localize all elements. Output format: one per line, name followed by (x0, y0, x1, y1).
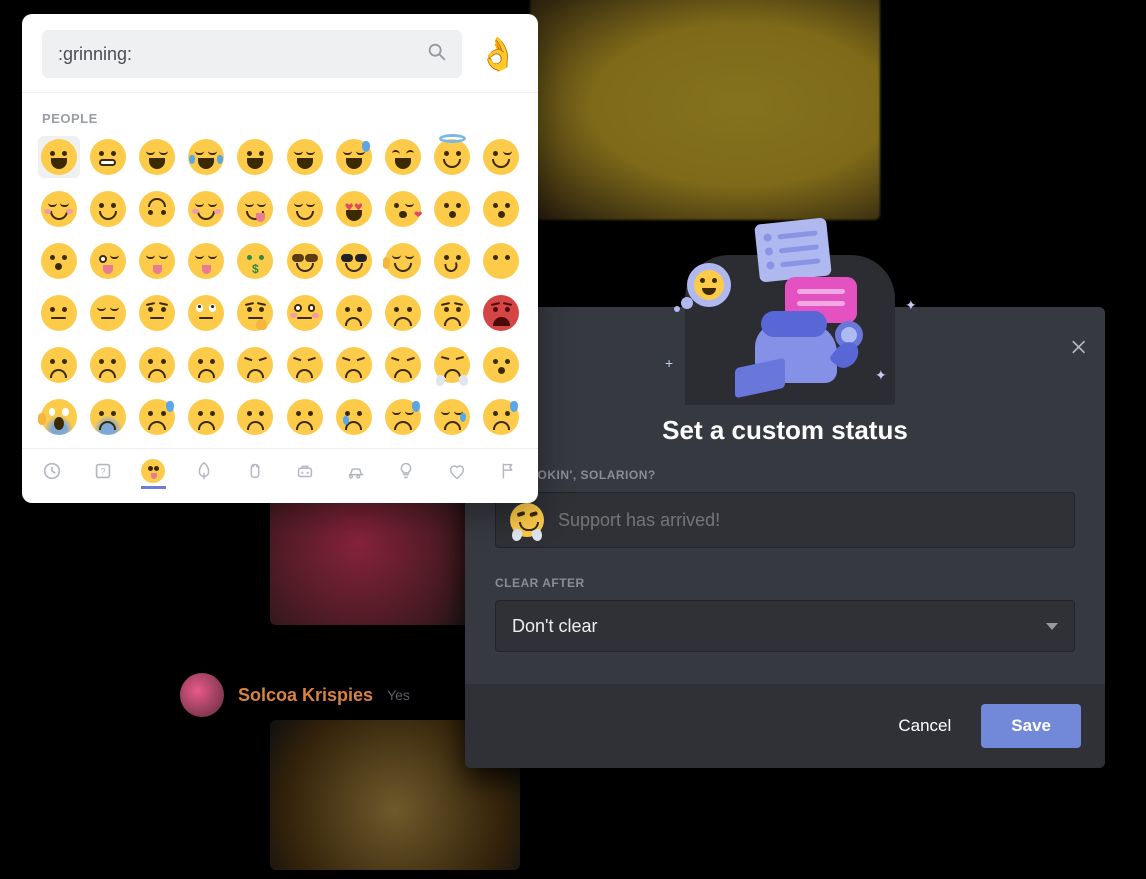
emoji-confounded[interactable] (284, 344, 326, 386)
bg-image (270, 485, 490, 625)
emoji-heart_eyes[interactable] (333, 188, 375, 230)
clear-after-label: CLEAR AFTER (495, 576, 1075, 590)
emoji-frowning2[interactable] (185, 344, 227, 386)
emoji-thinking[interactable] (234, 292, 276, 334)
category-people[interactable] (141, 459, 166, 489)
status-text-input[interactable] (556, 509, 1060, 532)
search-icon (426, 41, 448, 68)
emoji-sweat_smile[interactable] (333, 136, 375, 178)
category-recent[interactable] (40, 459, 65, 489)
svg-text:?: ? (100, 466, 105, 476)
emoji-angry[interactable] (431, 292, 473, 334)
emoji-open_mouth[interactable] (480, 344, 522, 386)
emoji-stuck_out_tongue_winking_eye[interactable] (87, 240, 129, 282)
emoji-neutral_face[interactable] (38, 292, 80, 334)
emoji-hushed[interactable] (185, 396, 227, 438)
emoji-innocent[interactable] (431, 136, 473, 178)
emoji-worried[interactable] (382, 292, 424, 334)
emoji-frowning[interactable] (234, 396, 276, 438)
category-objects[interactable] (394, 459, 419, 489)
emoji-grimacing[interactable] (87, 136, 129, 178)
category-food[interactable] (242, 459, 267, 489)
emoji-tired_face[interactable] (333, 344, 375, 386)
emoji-wink[interactable] (480, 136, 522, 178)
close-button[interactable] (1069, 337, 1089, 362)
emoji-confused[interactable] (87, 344, 129, 386)
category-travel[interactable] (344, 459, 369, 489)
category-symbols[interactable] (445, 459, 470, 489)
skin-tone-button[interactable]: 👌 (478, 38, 518, 70)
emoji-sunglasses[interactable] (333, 240, 375, 282)
emoji-fearful[interactable] (87, 396, 129, 438)
emoji-scream[interactable] (38, 396, 80, 438)
emoji-weary[interactable] (382, 344, 424, 386)
emoji-persevere[interactable] (234, 344, 276, 386)
category-custom[interactable]: ? (91, 459, 116, 489)
emoji-yum[interactable] (234, 188, 276, 230)
emoji-nerd[interactable] (284, 240, 326, 282)
emoji-expressionless[interactable] (87, 292, 129, 334)
emoji-search-input[interactable] (56, 43, 426, 66)
category-nature[interactable] (192, 459, 217, 489)
save-button[interactable]: Save (981, 704, 1081, 748)
emoji-stuck_out_tongue[interactable] (185, 240, 227, 282)
emoji-kissing_smiling_eyes[interactable] (480, 188, 522, 230)
emoji-grin[interactable] (136, 136, 178, 178)
emoji-picker: 👌 PEOPLE ❤$ ? (22, 14, 538, 503)
modal-footer: Cancel Save (465, 684, 1105, 768)
emoji-hugging[interactable] (382, 240, 424, 282)
modal-title: Set a custom status (465, 307, 1105, 446)
close-icon (1069, 337, 1089, 357)
emoji-rolling_eyes[interactable] (185, 292, 227, 334)
emoji-smile[interactable] (284, 136, 326, 178)
clear-after-value: Don't clear (512, 616, 597, 637)
emoji-cry[interactable] (333, 396, 375, 438)
emoji-slight_smile[interactable] (87, 188, 129, 230)
emoji-smiley[interactable] (234, 136, 276, 178)
chat-username: Solcoa Krispies (238, 685, 373, 706)
clear-after-select[interactable]: Don't clear (495, 600, 1075, 652)
emoji-sweat[interactable] (480, 396, 522, 438)
emoji-triumph[interactable] (431, 344, 473, 386)
emoji-no_mouth[interactable] (480, 240, 522, 282)
emoji-money_mouth[interactable]: $ (234, 240, 276, 282)
emoji-blush[interactable] (38, 188, 80, 230)
emoji-slight_frown[interactable] (136, 344, 178, 386)
emoji-disappointed[interactable] (333, 292, 375, 334)
chevron-down-icon (1046, 623, 1058, 630)
emoji-kissing[interactable] (431, 188, 473, 230)
emoji-search-field[interactable] (42, 30, 462, 78)
category-flags[interactable] (495, 459, 520, 489)
emoji-anguished[interactable] (284, 396, 326, 438)
emoji-relieved[interactable] (284, 188, 326, 230)
emoji-joy[interactable] (185, 136, 227, 178)
custom-status-modal: ✦+✦ Set a custom status T'S COOKIN', SOL… (465, 307, 1105, 768)
emoji-stuck_out_tongue_closed_eyes[interactable] (136, 240, 178, 282)
emoji-category-tabs: ? (22, 448, 538, 503)
status-prompt-label: T'S COOKIN', SOLARION? (495, 468, 1075, 482)
emoji-smirk[interactable] (431, 240, 473, 282)
emoji-disappointed_relieved[interactable] (382, 396, 424, 438)
emoji-category-header: PEOPLE (22, 99, 538, 134)
emoji-kissing_heart[interactable]: ❤ (382, 188, 424, 230)
emoji-flushed[interactable] (284, 292, 326, 334)
emoji-laughing[interactable] (382, 136, 424, 178)
avatar (180, 673, 224, 717)
status-emoji-picker-button[interactable] (510, 503, 544, 537)
emoji-unamused[interactable] (136, 292, 178, 334)
category-activity[interactable] (293, 459, 318, 489)
emoji-pensive[interactable] (38, 344, 80, 386)
emoji-kissing_closed_eyes[interactable] (38, 240, 80, 282)
emoji-grid: ❤$ (22, 134, 538, 448)
emoji-cold_sweat[interactable] (136, 396, 178, 438)
emoji-grinning[interactable] (38, 136, 80, 178)
cancel-button[interactable]: Cancel (892, 704, 957, 748)
bg-image (530, 0, 880, 220)
emoji-upside_down[interactable] (136, 188, 178, 230)
emoji-rage[interactable] (480, 292, 522, 334)
emoji-sleepy[interactable] (431, 396, 473, 438)
chat-timestamp: Yes (387, 687, 410, 703)
status-input-row (495, 492, 1075, 548)
emoji-relaxed[interactable] (185, 188, 227, 230)
